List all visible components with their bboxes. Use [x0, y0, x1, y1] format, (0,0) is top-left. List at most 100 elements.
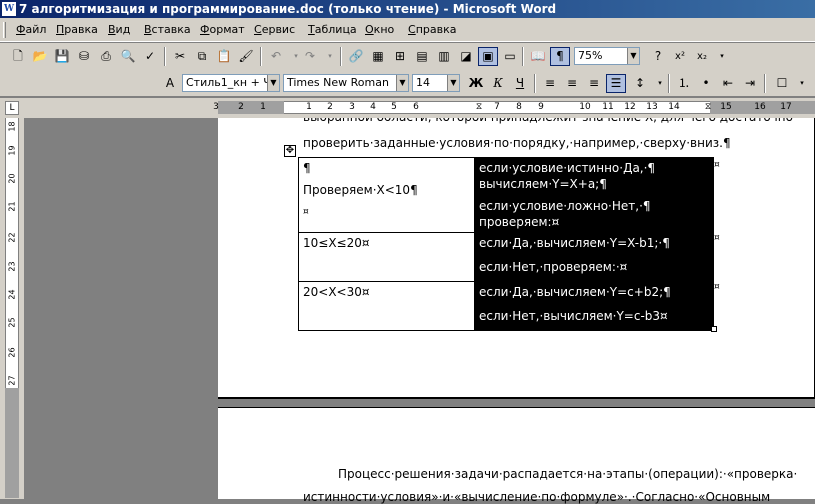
spelling-icon[interactable]: ✓ [140, 47, 160, 66]
hyperlink-icon[interactable]: 🔗 [346, 47, 366, 66]
menu-view[interactable]: Вид [108, 23, 130, 36]
copy-icon[interactable]: ⧉ [192, 47, 212, 66]
table-move-handle-icon[interactable]: ✥ [284, 145, 296, 157]
vertical-ruler[interactable]: 18 19 20 21 22 23 24 25 26 27 [0, 118, 24, 499]
paste-icon[interactable]: 📋 [214, 47, 234, 66]
ruler-label: 7 [494, 102, 500, 112]
cell-line: 10≤X≤20¤ [303, 236, 370, 250]
font-size-select[interactable]: 14 ▼ [412, 74, 460, 92]
format-painter-icon[interactable]: 🖌 [236, 47, 256, 66]
drawing-icon[interactable]: ◪ [456, 47, 476, 66]
ruler-label: 2 [238, 102, 244, 112]
insert-excel-icon[interactable]: ▤ [412, 47, 432, 66]
ruler-label: 16 [754, 102, 766, 112]
redo-dropdown-icon[interactable]: ▾ [320, 47, 340, 66]
toolbar-separator [164, 47, 166, 66]
bullets-icon[interactable]: • [696, 74, 716, 93]
menu-window[interactable]: Окно [365, 23, 394, 36]
body-text-line: Процесс·решения·задачи·распадается·на·эт… [338, 467, 798, 481]
vruler-label: 22 [7, 232, 17, 243]
save-icon[interactable]: 💾 [52, 47, 72, 66]
help-icon[interactable]: ? [648, 47, 668, 66]
superscript-icon[interactable]: x² [670, 47, 690, 66]
increase-indent-icon[interactable]: ⇥ [740, 74, 760, 93]
line-spacing-dropdown-icon[interactable]: ▾ [650, 74, 670, 93]
insert-table-icon[interactable]: ⊞ [390, 47, 410, 66]
cell-line: если·Да,·вычисляем·Y=X-b1;·¶ [479, 236, 670, 250]
underline-button[interactable]: Ч [510, 74, 530, 93]
document-page-2[interactable] [218, 407, 815, 499]
indent-marker-icon[interactable]: ⧖ [476, 102, 482, 113]
italic-button[interactable]: К [488, 74, 508, 93]
menu-tools[interactable]: Сервис [254, 23, 295, 36]
new-document-icon[interactable]: 🗋 [8, 47, 28, 66]
vruler-label: 24 [7, 289, 17, 300]
redo-icon[interactable]: ↷ [300, 47, 320, 66]
borders-icon[interactable]: ☐ [772, 74, 792, 93]
permission-icon[interactable]: ⛁ [74, 47, 94, 66]
reading-layout-icon[interactable]: ▭ [500, 47, 520, 66]
menu-bar: Файл Правка Вид Вставка Формат Сервис Та… [0, 18, 815, 42]
styles-pane-icon[interactable]: A [160, 74, 180, 93]
horizontal-ruler[interactable]: L 3 2 1 1 2 3 4 5 6 7 8 9 10 11 12 13 14… [0, 98, 815, 118]
menu-table[interactable]: Таблица [308, 23, 357, 36]
table-cell[interactable]: ¶ Проверяем·X<10¶ ¤ [298, 157, 475, 233]
right-indent-marker-icon[interactable]: ⧖ [705, 102, 711, 113]
menu-file[interactable]: Файл [16, 23, 46, 36]
vruler-label: 25 [7, 317, 17, 328]
tables-borders-icon[interactable]: ▦ [368, 47, 388, 66]
cell-line: Проверяем·X<10¶ [303, 183, 418, 197]
cell-line: ¶ [303, 161, 311, 175]
cell-line: если·Нет,·вычисляем·Y=c-b3¤ [479, 309, 668, 323]
print-preview-icon[interactable]: 🔍 [118, 47, 138, 66]
menu-edit[interactable]: Правка [56, 23, 98, 36]
table-row: 20<X<30¤ если·Да,·вычисляем·Y=c+b2;¶ есл… [298, 281, 714, 331]
document-map-icon[interactable]: ▣ [478, 47, 498, 66]
align-center-icon[interactable]: ≡ [562, 74, 582, 93]
line-spacing-icon[interactable]: ↕ [630, 74, 650, 93]
menu-format[interactable]: Формат [200, 23, 245, 36]
subscript-icon[interactable]: x₂ [692, 47, 712, 66]
print-icon[interactable]: ⎙ [96, 47, 116, 66]
cell-line: если·Нет,·проверяем:·¤ [479, 260, 628, 274]
chevron-down-icon[interactable]: ▼ [447, 75, 459, 91]
show-hide-marks-icon[interactable]: ¶ [550, 47, 570, 66]
columns-icon[interactable]: ▥ [434, 47, 454, 66]
chevron-down-icon[interactable]: ▼ [267, 75, 279, 91]
table-cell[interactable]: 20<X<30¤ [298, 281, 475, 331]
table-cell[interactable]: 10≤X≤20¤ [298, 232, 475, 282]
zoom-select[interactable]: 75% ▼ [574, 47, 640, 65]
chevron-down-icon[interactable]: ▼ [396, 75, 408, 91]
table-cell-selected[interactable]: если·Да,·вычисляем·Y=X-b1;·¶ если·Нет,·п… [474, 232, 714, 282]
data-table[interactable]: ¶ Проверяем·X<10¶ ¤ если·условие·истинно… [298, 157, 714, 331]
justify-icon[interactable]: ☰ [606, 74, 626, 93]
cell-line: проверяем:¤ [479, 215, 560, 229]
menu-help[interactable]: Справка [408, 23, 456, 36]
row-end-marker: ¤ [714, 160, 720, 170]
tab-selector-icon[interactable]: L [5, 101, 19, 115]
read-icon[interactable]: 📖 [528, 47, 548, 66]
align-right-icon[interactable]: ≡ [584, 74, 604, 93]
font-select[interactable]: Times New Roman ▼ [283, 74, 409, 92]
open-folder-icon[interactable]: 📂 [30, 47, 50, 66]
toolbar-options-icon[interactable]: ▾ [712, 47, 732, 66]
word-app-icon[interactable]: W [2, 2, 16, 16]
borders-dropdown-icon[interactable]: ▾ [792, 74, 812, 93]
table-cell-selected[interactable]: если·условие·истинно·Да,·¶ вычисляем·Y=X… [474, 157, 714, 233]
chevron-down-icon[interactable]: ▼ [627, 48, 639, 64]
decrease-indent-icon[interactable]: ⇤ [718, 74, 738, 93]
toolbar-separator [522, 47, 524, 66]
align-left-icon[interactable]: ≡ [540, 74, 560, 93]
menu-insert[interactable]: Вставка [144, 23, 191, 36]
undo-icon[interactable]: ↶ [266, 47, 286, 66]
style-select[interactable]: Стиль1_кн + Че ▼ [182, 74, 280, 92]
table-resize-handle-icon[interactable] [711, 326, 717, 332]
cut-icon[interactable]: ✂ [170, 47, 190, 66]
numbering-icon[interactable]: ⒈ [674, 74, 694, 93]
toolbar-separator [668, 74, 670, 93]
ruler-label: 6 [413, 102, 419, 112]
cell-line: 20<X<30¤ [303, 285, 370, 299]
table-cell-selected[interactable]: если·Да,·вычисляем·Y=c+b2;¶ если·Нет,·вы… [474, 281, 714, 331]
menu-grip[interactable] [3, 22, 6, 38]
bold-button[interactable]: Ж [466, 74, 486, 93]
